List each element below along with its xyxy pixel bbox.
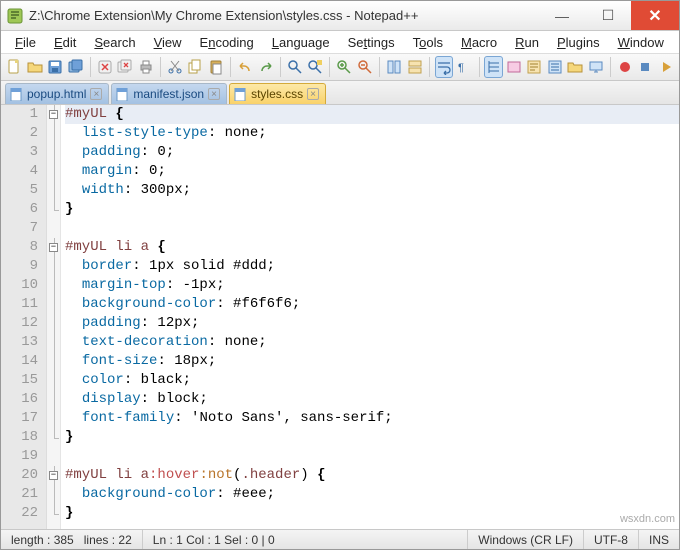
line-number-gutter: 12345678910111213141516171819202122 [1, 105, 47, 529]
menu-bar: File Edit Search View Encoding Language … [1, 31, 679, 53]
status-encoding[interactable]: UTF-8 [584, 530, 639, 549]
menu-view[interactable]: View [146, 34, 190, 51]
toolbar-separator [90, 57, 91, 77]
open-file-icon[interactable] [25, 56, 43, 78]
tab-manifest-json[interactable]: manifest.json × [111, 83, 227, 104]
find-icon[interactable] [286, 56, 304, 78]
editor-area[interactable]: 12345678910111213141516171819202122 −−− … [1, 105, 679, 529]
undo-icon[interactable] [236, 56, 254, 78]
tab-popup-html[interactable]: popup.html × [5, 83, 109, 104]
folder-icon[interactable] [566, 56, 584, 78]
fold-column[interactable]: −−− [47, 105, 61, 529]
save-icon[interactable] [46, 56, 64, 78]
menu-window[interactable]: Window [610, 34, 672, 51]
tab-styles-css[interactable]: styles.css × [229, 83, 326, 104]
tab-label: popup.html [27, 87, 86, 101]
copy-icon[interactable] [186, 56, 204, 78]
menu-language[interactable]: Language [264, 34, 338, 51]
file-icon [10, 88, 23, 101]
menu-settings[interactable]: Settings [340, 34, 403, 51]
code-content[interactable]: #myUL { list-style-type: none; padding: … [61, 105, 679, 529]
toolbar-separator [230, 57, 231, 77]
indent-guide-icon[interactable] [484, 56, 502, 78]
zoom-in-icon[interactable] [335, 56, 353, 78]
cut-icon[interactable] [166, 56, 184, 78]
zoom-out-icon[interactable] [356, 56, 374, 78]
sync-v-icon[interactable] [385, 56, 403, 78]
close-icon[interactable]: × [90, 88, 102, 100]
status-eol[interactable]: Windows (CR LF) [468, 530, 584, 549]
menu-plugins[interactable]: Plugins [549, 34, 608, 51]
status-bar: length : 385 lines : 22 Ln : 1 Col : 1 S… [1, 529, 679, 549]
stop-macro-icon[interactable] [636, 56, 654, 78]
minimize-button[interactable]: — [539, 1, 585, 30]
close-all-icon[interactable] [116, 56, 134, 78]
status-length: length : 385 lines : 22 [1, 530, 143, 549]
menu-encoding[interactable]: Encoding [192, 34, 262, 51]
doc-map-icon[interactable] [525, 56, 543, 78]
status-position: Ln : 1 Col : 1 Sel : 0 | 0 [143, 530, 469, 549]
close-icon[interactable]: × [307, 88, 319, 100]
paste-icon[interactable] [207, 56, 225, 78]
play-macro-icon[interactable] [657, 56, 675, 78]
toolbar-separator [610, 57, 611, 77]
file-icon [116, 88, 129, 101]
window-title: Z:\Chrome Extension\My Chrome Extension\… [29, 8, 539, 23]
tab-label: styles.css [251, 87, 303, 101]
toolbar-separator [329, 57, 330, 77]
record-macro-icon[interactable] [616, 56, 634, 78]
menu-edit[interactable]: Edit [46, 34, 84, 51]
maximize-button[interactable]: ☐ [585, 1, 631, 30]
print-icon[interactable] [136, 56, 154, 78]
menu-search[interactable]: Search [86, 34, 143, 51]
redo-icon[interactable] [256, 56, 274, 78]
menu-file[interactable]: File [7, 34, 44, 51]
new-file-icon[interactable] [5, 56, 23, 78]
watermark: wsxdn.com [620, 513, 675, 525]
file-icon [234, 88, 247, 101]
status-insert-mode[interactable]: INS [639, 530, 679, 549]
menu-help[interactable]: ? [674, 34, 680, 51]
monitor-icon[interactable] [587, 56, 605, 78]
menu-run[interactable]: Run [507, 34, 547, 51]
show-all-chars-icon[interactable]: ¶ [455, 56, 473, 78]
sync-h-icon[interactable] [405, 56, 423, 78]
menu-macro[interactable]: Macro [453, 34, 505, 51]
tab-bar: popup.html × manifest.json × styles.css … [1, 81, 679, 105]
title-bar: Z:\Chrome Extension\My Chrome Extension\… [1, 1, 679, 31]
replace-icon[interactable] [306, 56, 324, 78]
func-list-icon[interactable] [546, 56, 564, 78]
toolbar: ¶ [1, 53, 679, 81]
svg-text:¶: ¶ [458, 62, 464, 74]
user-lang-icon[interactable] [505, 56, 523, 78]
tab-label: manifest.json [133, 87, 204, 101]
toolbar-separator [280, 57, 281, 77]
toolbar-separator [379, 57, 380, 77]
toolbar-separator [479, 57, 480, 77]
wordwrap-icon[interactable] [435, 56, 453, 78]
close-button[interactable]: ✕ [631, 1, 679, 30]
toolbar-separator [429, 57, 430, 77]
menu-tools[interactable]: Tools [405, 34, 451, 51]
toolbar-separator [160, 57, 161, 77]
close-file-icon[interactable] [96, 56, 114, 78]
close-icon[interactable]: × [208, 88, 220, 100]
save-all-icon[interactable] [66, 56, 84, 78]
window-controls: — ☐ ✕ [539, 1, 679, 30]
app-icon [7, 8, 23, 24]
